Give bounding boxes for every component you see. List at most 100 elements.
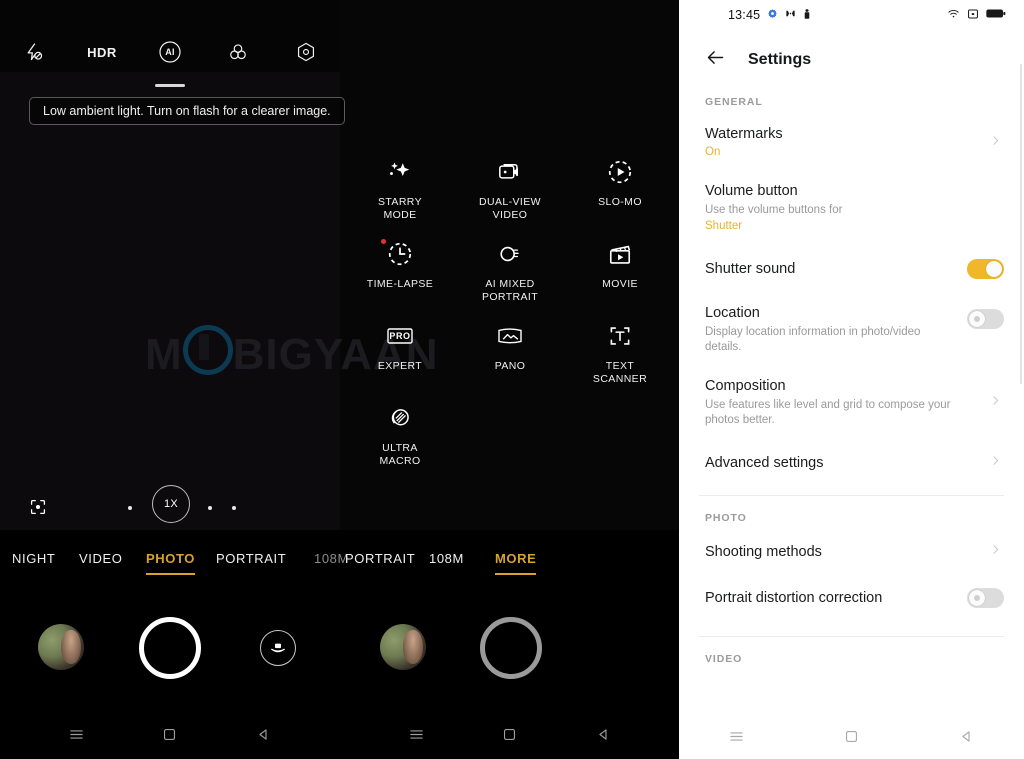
mode-label: ULTRA MACRO bbox=[379, 442, 421, 467]
portrait-distortion-toggle[interactable] bbox=[967, 588, 1004, 608]
mode-expert[interactable]: PRO EXPERT bbox=[345, 319, 455, 401]
camera-settings-panel: 13:45 Settings GENERAL Watermarks On Vol… bbox=[679, 0, 1024, 759]
home-icon[interactable] bbox=[843, 728, 860, 750]
color-filter-icon[interactable] bbox=[204, 41, 272, 63]
setting-row-composition[interactable]: Composition Use features like level and … bbox=[679, 366, 1024, 439]
android-navbar-left bbox=[30, 717, 310, 757]
back-arrow-icon[interactable] bbox=[705, 47, 726, 73]
mode-grid-row: TIME-LAPSE AI MIXED PORTRAIT MOVIE bbox=[345, 237, 675, 319]
mode-label: STARRY MODE bbox=[377, 196, 423, 221]
ai-beauty-button[interactable] bbox=[260, 630, 296, 666]
row-subtitle: Display location information in photo/vi… bbox=[705, 326, 921, 353]
mode-tab-108m-b[interactable]: 108M bbox=[429, 551, 464, 566]
zoom-level-button[interactable]: 1X bbox=[152, 485, 190, 523]
mode-slo-mo[interactable]: SLO-MO bbox=[565, 155, 675, 237]
mode-pano[interactable]: PANO bbox=[455, 319, 565, 401]
back-icon[interactable] bbox=[595, 726, 612, 748]
camera-top-toolbar: HDR AI bbox=[0, 32, 340, 72]
settings-scrollbar[interactable] bbox=[1020, 64, 1022, 384]
screenshot-root: M BIGYAAN HDR AI Low ambient light. Turn… bbox=[0, 0, 1024, 759]
setting-row-portrait-distortion-correction[interactable]: Portrait distortion correction bbox=[679, 574, 1024, 622]
mode-ai-mixed-portrait[interactable]: AI MIXED PORTRAIT bbox=[455, 237, 565, 319]
active-tab-underline bbox=[146, 573, 195, 575]
chevron-right-icon bbox=[989, 543, 1002, 561]
sparkle-icon bbox=[385, 155, 415, 189]
mode-movie[interactable]: MOVIE bbox=[565, 237, 675, 319]
recents-icon[interactable] bbox=[728, 728, 745, 750]
gallery-thumbnail[interactable] bbox=[380, 624, 426, 670]
mode-text-scanner[interactable]: TEXT SCANNER bbox=[565, 319, 675, 401]
recents-icon[interactable] bbox=[68, 726, 85, 748]
mode-starry[interactable]: STARRY MODE bbox=[345, 155, 455, 237]
battery-icon bbox=[986, 8, 1006, 22]
setting-row-shutter-sound[interactable]: Shutter sound bbox=[679, 245, 1024, 293]
panel-drag-handle[interactable] bbox=[155, 84, 185, 87]
mode-tab-more[interactable]: MORE bbox=[495, 551, 537, 575]
hdr-toggle[interactable]: HDR bbox=[68, 45, 136, 60]
setting-row-volume-button[interactable]: Volume button Use the volume buttons for… bbox=[679, 171, 1024, 245]
row-value: Shutter bbox=[705, 220, 743, 232]
mode-tab-video[interactable]: VIDEO bbox=[79, 551, 122, 566]
vibrate-icon bbox=[803, 8, 811, 23]
location-toggle[interactable] bbox=[967, 309, 1004, 330]
status-bar: 13:45 bbox=[679, 0, 1024, 30]
recents-icon[interactable] bbox=[408, 726, 425, 748]
zoom-dot[interactable] bbox=[232, 506, 236, 510]
setting-row-location[interactable]: Location Display location information in… bbox=[679, 293, 1024, 366]
panorama-icon bbox=[494, 319, 526, 353]
camera-mode-tabs: NIGHT VIDEO PHOTO PORTRAIT 108M PORTRAIT… bbox=[0, 551, 679, 585]
status-bar-right bbox=[947, 8, 1006, 23]
mode-tab-108m-ghost[interactable]: 108M bbox=[314, 551, 349, 566]
mode-ultra-macro[interactable]: ULTRA MACRO bbox=[345, 401, 455, 483]
home-icon[interactable] bbox=[501, 726, 518, 748]
back-icon[interactable] bbox=[958, 728, 975, 750]
focus-frame-icon[interactable] bbox=[27, 496, 49, 523]
section-label-photo: PHOTO bbox=[705, 512, 747, 524]
slow-motion-icon bbox=[605, 155, 635, 189]
row-title: Shutter sound bbox=[705, 261, 796, 277]
zoom-level-label: 1X bbox=[163, 498, 179, 510]
row-title: Composition bbox=[705, 378, 786, 394]
mode-tab-night[interactable]: NIGHT bbox=[12, 551, 55, 566]
row-title: Watermarks bbox=[705, 126, 783, 142]
toggle-knob bbox=[969, 590, 985, 606]
setting-row-advanced-settings[interactable]: Advanced settings bbox=[679, 439, 1024, 487]
zoom-dot[interactable] bbox=[208, 506, 212, 510]
ai-label: AI bbox=[165, 47, 175, 57]
mode-dual-view-video[interactable]: DUAL-VIEW VIDEO bbox=[455, 155, 565, 237]
android-navbar-right bbox=[679, 719, 1024, 759]
mode-tab-portrait[interactable]: PORTRAIT bbox=[216, 551, 286, 566]
clock-dashed-icon bbox=[381, 237, 415, 271]
gallery-thumbnail[interactable] bbox=[38, 624, 84, 670]
home-icon[interactable] bbox=[161, 726, 178, 748]
shutter-button[interactable] bbox=[480, 617, 542, 679]
setting-row-shooting-methods[interactable]: Shooting methods bbox=[679, 530, 1024, 574]
mode-label: TIME-LAPSE bbox=[366, 278, 434, 290]
settings-header: Settings bbox=[679, 30, 1024, 87]
settings-gear-icon bbox=[767, 8, 778, 22]
screen-record-icon bbox=[967, 8, 979, 23]
page-title: Settings bbox=[748, 51, 812, 68]
mode-label: SLO-MO bbox=[598, 196, 642, 208]
camera-preview-left[interactable] bbox=[0, 0, 340, 530]
camera-settings-icon[interactable] bbox=[272, 41, 340, 63]
mode-tab-photo[interactable]: PHOTO bbox=[146, 551, 195, 575]
mode-label: EXPERT bbox=[377, 360, 423, 372]
dual-view-icon bbox=[495, 155, 525, 189]
pro-text: PRO bbox=[389, 331, 411, 341]
chevron-right-icon bbox=[989, 454, 1002, 472]
mode-tab-portrait-b[interactable]: PORTRAIT bbox=[345, 551, 415, 566]
ai-toggle[interactable]: AI bbox=[136, 40, 204, 64]
toggle-knob bbox=[986, 261, 1002, 277]
status-time: 13:45 bbox=[728, 8, 761, 22]
mode-time-lapse[interactable]: TIME-LAPSE bbox=[345, 237, 455, 319]
mode-label: MOVIE bbox=[602, 278, 638, 290]
zoom-dot[interactable] bbox=[128, 506, 132, 510]
setting-row-watermarks[interactable]: Watermarks On bbox=[679, 114, 1024, 171]
shutter-button[interactable] bbox=[139, 617, 201, 679]
back-icon[interactable] bbox=[255, 726, 272, 748]
flash-off-icon[interactable] bbox=[0, 42, 68, 62]
row-subtitle: Use features like level and grid to comp… bbox=[705, 399, 951, 426]
status-bar-left: 13:45 bbox=[728, 8, 811, 23]
shutter-sound-toggle[interactable] bbox=[967, 259, 1004, 279]
